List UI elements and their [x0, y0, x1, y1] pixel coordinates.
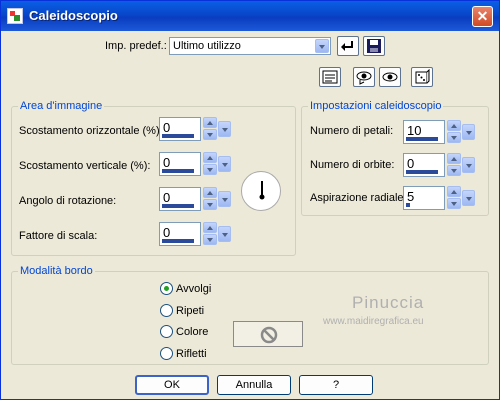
petals-spinner[interactable]: 10	[403, 120, 475, 144]
apply-preset-button[interactable]	[337, 36, 359, 56]
no-color-icon	[260, 326, 278, 344]
horizontal-offset-label: Scostamento orizzontale (%):	[19, 125, 163, 137]
spin-up-icon[interactable]	[203, 152, 217, 163]
radio-selected-icon[interactable]	[160, 282, 173, 295]
title-bar: Caleidoscopio ✕	[1, 1, 499, 31]
dice-random-icon	[415, 69, 430, 84]
chevron-down-icon[interactable]	[218, 226, 231, 242]
preview-button[interactable]	[379, 67, 401, 87]
radio-ripeti-label: Ripeti	[176, 305, 205, 317]
save-preset-button[interactable]	[363, 36, 385, 56]
ok-button[interactable]: OK	[135, 375, 209, 395]
spin-down-icon[interactable]	[203, 129, 217, 140]
list-button[interactable]	[319, 67, 341, 87]
spin-up-icon[interactable]	[447, 120, 461, 131]
rotation-angle-label: Angolo di rotazione:	[19, 195, 117, 207]
spin-down-icon[interactable]	[203, 164, 217, 175]
presets-dropdown[interactable]: Ultimo utilizzo	[169, 37, 331, 55]
scale-factor-label: Fattore di scala:	[19, 230, 98, 242]
radial-suction-label: Aspirazione radiale:	[310, 192, 407, 204]
orbits-input[interactable]: 0	[403, 153, 445, 177]
radio-avvolgi-label: Avvolgi	[176, 283, 212, 295]
vertical-offset-input[interactable]: 0	[159, 152, 201, 176]
horizontal-offset-input[interactable]: 0	[159, 117, 201, 141]
eye-reset-icon	[356, 71, 372, 85]
watermark-name: Pinuccia	[352, 293, 425, 312]
chevron-down-icon[interactable]	[315, 39, 329, 53]
list-icon	[322, 70, 338, 84]
spin-up-icon[interactable]	[203, 187, 217, 198]
edge-mode-legend: Modalità bordo	[18, 265, 95, 277]
spin-down-icon[interactable]	[447, 165, 461, 176]
close-button[interactable]: ✕	[472, 6, 493, 27]
scale-factor-input[interactable]: 0	[159, 222, 201, 246]
spin-down-icon[interactable]	[203, 234, 217, 245]
orbits-label: Numero di orbite:	[310, 159, 395, 171]
reset-view-button[interactable]	[353, 67, 375, 87]
spin-up-icon[interactable]	[447, 153, 461, 164]
chevron-down-icon[interactable]	[462, 157, 475, 173]
spin-up-icon[interactable]	[447, 186, 461, 197]
radio-unselected-icon[interactable]	[160, 325, 173, 338]
radio-colore-label: Colore	[176, 326, 209, 338]
presets-selected-value: Ultimo utilizzo	[173, 40, 241, 52]
horizontal-offset-spinner[interactable]: 0	[159, 117, 231, 141]
radio-unselected-icon[interactable]	[160, 347, 173, 360]
watermark-url: www.maidiregrafica.eu	[323, 316, 424, 327]
scale-factor-spinner[interactable]: 0	[159, 222, 231, 246]
app-icon	[7, 8, 23, 24]
spin-down-icon[interactable]	[447, 198, 461, 209]
petals-label: Numero di petali:	[310, 125, 394, 137]
chevron-down-icon[interactable]	[218, 191, 231, 207]
rotation-dial[interactable]	[241, 171, 281, 211]
spin-down-icon[interactable]	[447, 132, 461, 143]
eye-preview-icon	[382, 72, 398, 82]
dial-needle-icon	[259, 181, 265, 200]
caleidoscopio-dialog: Caleidoscopio ✕ Imp. predef.: Ultimo uti…	[0, 0, 500, 400]
rotation-angle-spinner[interactable]: 0	[159, 187, 231, 211]
randomize-button[interactable]	[411, 67, 433, 87]
orbits-spinner[interactable]: 0	[403, 153, 475, 177]
vertical-offset-label: Scostamento verticale (%):	[19, 160, 151, 172]
kaleido-settings-legend: Impostazioni caleidoscopio	[308, 100, 444, 112]
radio-unselected-icon[interactable]	[160, 304, 173, 317]
petals-input[interactable]: 10	[403, 120, 445, 144]
vertical-offset-spinner[interactable]: 0	[159, 152, 231, 176]
spin-down-icon[interactable]	[203, 199, 217, 210]
spin-up-icon[interactable]	[203, 222, 217, 233]
chevron-down-icon[interactable]	[462, 190, 475, 206]
apply-preset-icon	[341, 41, 353, 51]
spin-up-icon[interactable]	[203, 117, 217, 128]
save-preset-icon	[367, 39, 381, 53]
cancel-button[interactable]: Annulla	[217, 375, 291, 395]
radial-suction-spinner[interactable]: 5	[403, 186, 475, 210]
chevron-down-icon[interactable]	[218, 156, 231, 172]
help-button[interactable]: ?	[299, 375, 373, 395]
chevron-down-icon[interactable]	[218, 121, 231, 137]
chevron-down-icon[interactable]	[462, 124, 475, 140]
presets-label: Imp. predef.:	[105, 40, 167, 52]
rotation-angle-input[interactable]: 0	[159, 187, 201, 211]
color-swatch-disabled	[233, 321, 303, 347]
radial-suction-input[interactable]: 5	[403, 186, 445, 210]
radio-rifletti-label: Rifletti	[176, 348, 207, 360]
window-title: Caleidoscopio	[29, 8, 118, 23]
image-area-legend: Area d'immagine	[18, 100, 105, 112]
